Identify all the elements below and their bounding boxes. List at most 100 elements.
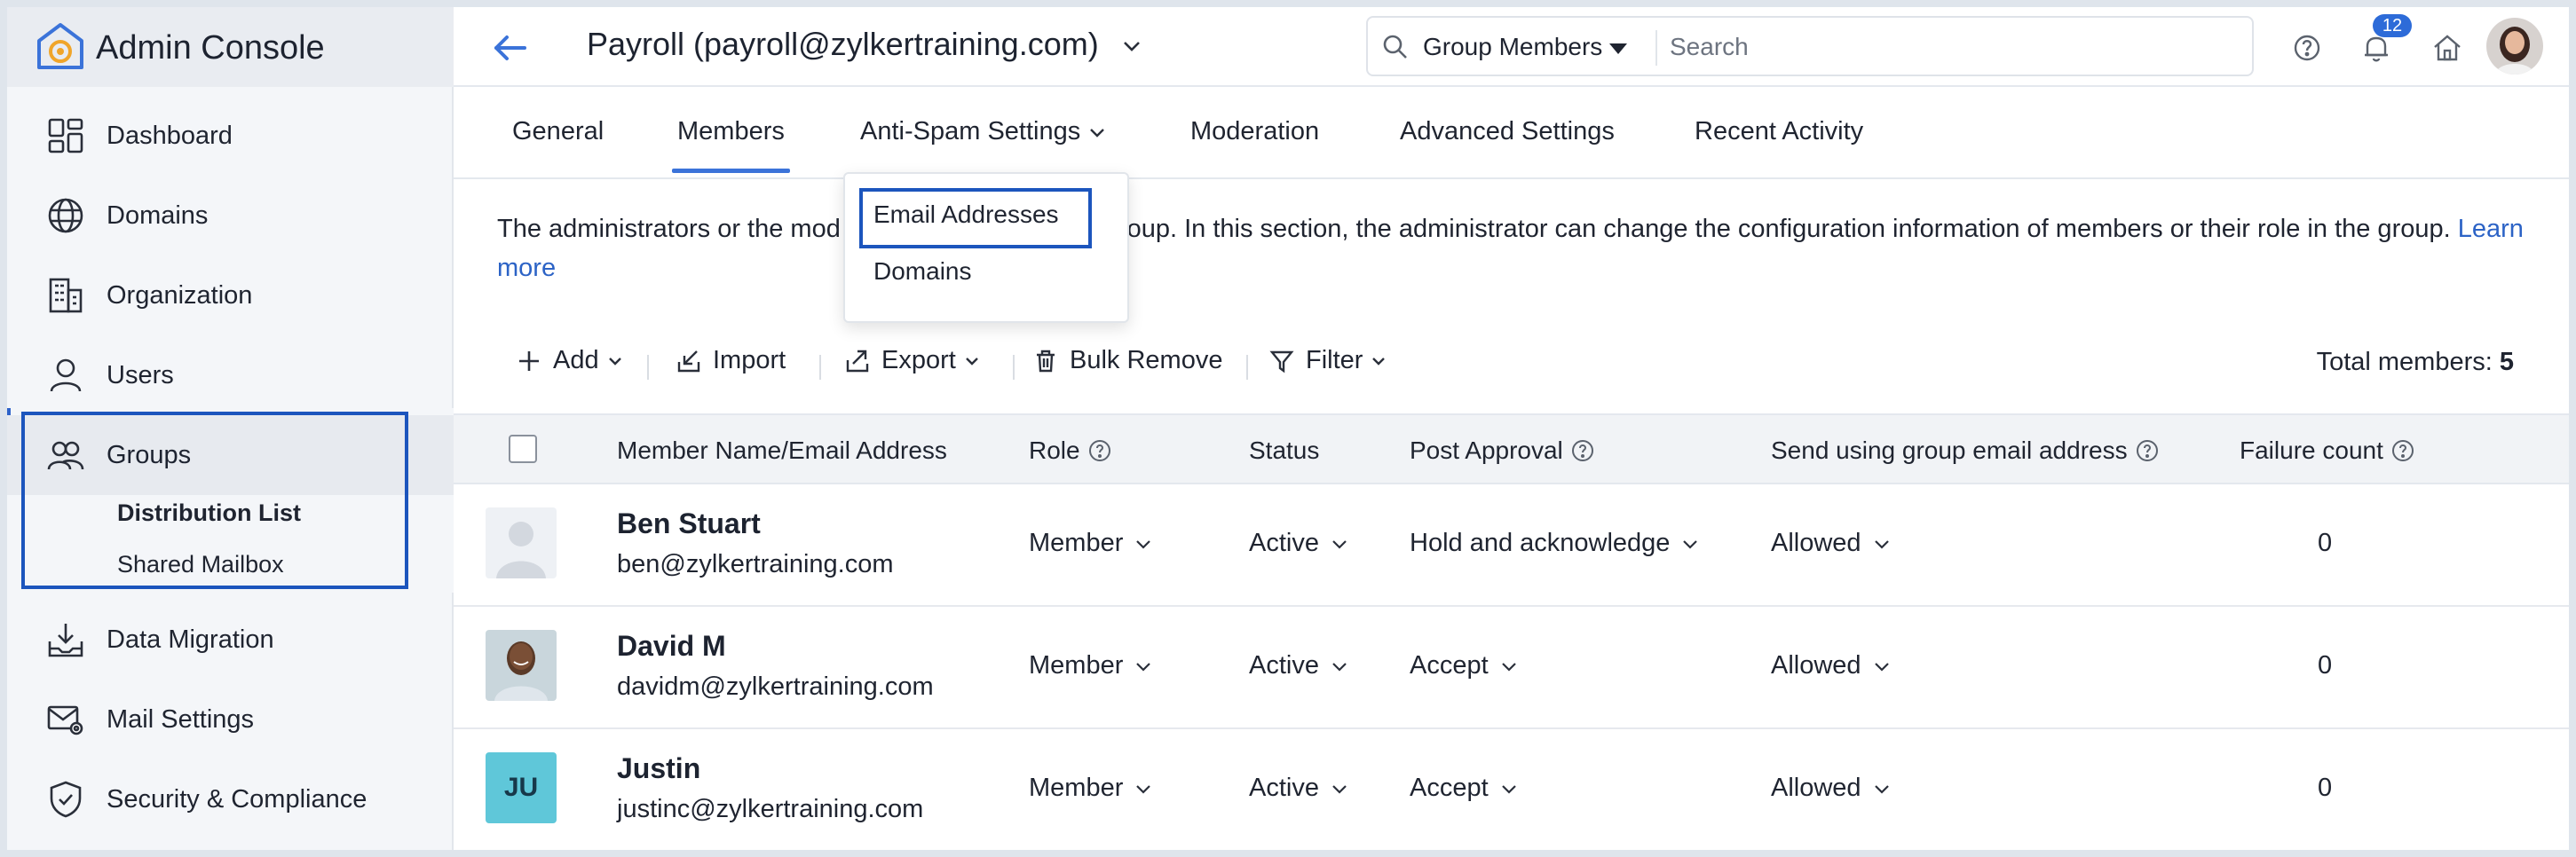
help-circle-icon[interactable]: [2135, 438, 2160, 463]
sidebar-subitem-shared-mailbox[interactable]: Shared Mailbox: [117, 551, 284, 578]
import-button[interactable]: Import: [676, 346, 786, 375]
table-row[interactable]: Ben Stuart ben@zylkertraining.com Member…: [454, 484, 2569, 607]
post-approval-dropdown[interactable]: Accept: [1410, 774, 1519, 803]
search-scope-dropdown[interactable]: Group Members: [1423, 33, 1628, 61]
column-header-role[interactable]: Role: [1029, 436, 1112, 465]
member-avatar-initials: JU: [486, 752, 557, 823]
sidebar-item-groups[interactable]: Groups: [7, 415, 454, 495]
user-placeholder-icon: [486, 507, 557, 578]
top-header: Payroll (payroll@zylkertraining.com) Gro…: [454, 7, 2569, 87]
post-approval-dropdown[interactable]: Hold and acknowledge: [1410, 529, 1700, 558]
failure-count: 0: [2318, 651, 2333, 680]
chevron-down-icon: [1136, 784, 1151, 794]
chevron-down-icon: [1501, 784, 1516, 794]
section-description: The administrators or the mod ers to the …: [497, 209, 2548, 287]
import-label: Import: [713, 346, 786, 374]
failure-count: 0: [2318, 774, 2333, 802]
status-dropdown[interactable]: Active: [1249, 529, 1349, 558]
import-icon: [677, 350, 700, 372]
export-button[interactable]: Export: [844, 346, 981, 375]
help-circle-icon[interactable]: [1087, 438, 1112, 463]
filter-icon: [1269, 350, 1294, 373]
column-header-post-approval[interactable]: Post Approval: [1410, 436, 1595, 465]
tab-anti-spam-settings[interactable]: Anti-Spam Settings: [860, 117, 1107, 146]
anti-spam-dropdown-menu: Email Addresses Domains: [843, 172, 1129, 323]
user-avatar[interactable]: [2486, 18, 2543, 75]
search-scope-label: Group Members: [1423, 33, 1603, 60]
help-circle-icon[interactable]: [1570, 438, 1595, 463]
send-using-group-dropdown[interactable]: Allowed: [1771, 651, 1892, 680]
column-header-send-using-group[interactable]: Send using group email address: [1771, 436, 2160, 465]
column-header-status[interactable]: Status: [1249, 436, 1319, 465]
tab-moderation[interactable]: Moderation: [1190, 117, 1319, 146]
sidebar-item-label: Groups: [107, 440, 192, 469]
groups-icon: [46, 436, 85, 475]
add-button[interactable]: Add: [516, 346, 624, 375]
building-icon: [46, 276, 85, 315]
column-label: Member Name/Email Address: [617, 436, 947, 464]
chevron-down-icon: [1501, 662, 1516, 672]
chevron-down-icon: [1136, 539, 1151, 549]
chevron-down-icon: [965, 357, 978, 366]
help-icon[interactable]: [2289, 30, 2325, 66]
column-label: Post Approval: [1410, 436, 1563, 464]
filter-button[interactable]: Filter: [1268, 346, 1387, 375]
export-icon: [846, 350, 869, 372]
total-members-label: Total members:: [2316, 348, 2493, 376]
app-window: Admin Console Dashboard Domains Organiza…: [7, 7, 2569, 850]
group-selector[interactable]: Payroll (payroll@zylkertraining.com): [587, 26, 1143, 63]
member-name: Ben Stuart: [617, 507, 761, 539]
tab-advanced-settings[interactable]: Advanced Settings: [1400, 117, 1615, 146]
plus-icon: [519, 350, 539, 371]
select-all-checkbox[interactable]: [509, 435, 537, 463]
sidebar-item-domains[interactable]: Domains: [7, 176, 454, 256]
chevron-down-icon: [608, 357, 621, 366]
brand-header: Admin Console: [7, 7, 454, 87]
sidebar-item-users[interactable]: Users: [7, 335, 454, 415]
role-dropdown[interactable]: Member: [1029, 774, 1153, 803]
email-addresses-highlight-box: [859, 188, 1092, 248]
search-icon: [1383, 35, 1407, 59]
table-row[interactable]: JU Justin justinc@zylkertraining.com Mem…: [454, 729, 2569, 850]
tab-members[interactable]: Members: [672, 117, 790, 173]
send-using-group-dropdown[interactable]: Allowed: [1771, 774, 1892, 803]
table-row[interactable]: David M davidm@zylkertraining.com Member…: [454, 607, 2569, 729]
send-using-group-dropdown[interactable]: Allowed: [1771, 529, 1892, 558]
status-dropdown[interactable]: Active: [1249, 651, 1349, 680]
dashboard-icon: [46, 116, 85, 155]
chevron-down-icon: [1332, 662, 1347, 672]
post-approval-dropdown[interactable]: Accept: [1410, 651, 1519, 680]
role-dropdown[interactable]: Member: [1029, 529, 1153, 558]
sidebar-item-mail-settings[interactable]: Mail Settings: [7, 680, 454, 759]
toolbar-divider: [819, 355, 821, 380]
sidebar-item-label: Users: [107, 360, 174, 389]
member-name: David M: [617, 630, 726, 662]
group-title: Payroll (payroll@zylkertraining.com): [587, 26, 1099, 62]
chevron-down-icon: [1123, 42, 1140, 52]
back-arrow-icon[interactable]: [489, 27, 532, 69]
sidebar-subitem-distribution-list[interactable]: Distribution List: [117, 499, 301, 527]
column-header-member[interactable]: Member Name/Email Address: [617, 436, 947, 465]
status-dropdown[interactable]: Active: [1249, 774, 1349, 803]
tab-general[interactable]: General: [512, 117, 604, 146]
toolbar-divider: [647, 355, 649, 380]
sidebar-item-dashboard[interactable]: Dashboard: [7, 96, 454, 176]
sidebar-item-security[interactable]: Security & Compliance: [7, 759, 454, 839]
menu-item-domains[interactable]: Domains: [873, 257, 971, 286]
bulk-remove-button[interactable]: Bulk Remove: [1032, 346, 1222, 375]
help-circle-icon[interactable]: [2390, 438, 2415, 463]
mail-settings-icon: [46, 700, 85, 739]
post-approval-value: Accept: [1410, 651, 1489, 680]
tab-recent-activity[interactable]: Recent Activity: [1695, 117, 1863, 146]
chevron-down-icon: [1874, 784, 1889, 794]
column-header-failure-count[interactable]: Failure count: [2240, 436, 2415, 465]
role-dropdown[interactable]: Member: [1029, 651, 1153, 680]
send-using-group-value: Allowed: [1771, 774, 1861, 802]
member-email: ben@zylkertraining.com: [617, 550, 894, 578]
sidebar-item-organization[interactable]: Organization: [7, 256, 454, 335]
column-label: Role: [1029, 436, 1080, 464]
toolbar-divider: [1013, 355, 1015, 380]
search-input[interactable]: [1670, 28, 2238, 66]
home-icon[interactable]: [2430, 30, 2465, 66]
sidebar-item-data-migration[interactable]: Data Migration: [7, 600, 454, 680]
